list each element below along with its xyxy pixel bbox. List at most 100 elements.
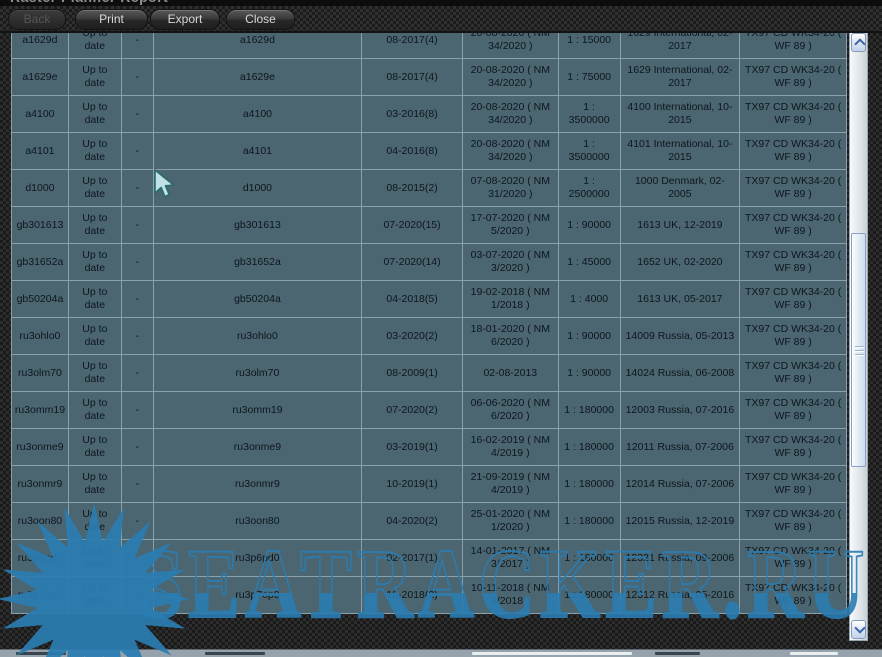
cell-edition-date: 04-2020(2) — [362, 503, 463, 539]
table-row[interactable]: ru3p6pd0 Up to date - ru3p6pd0 02-2017(1… — [12, 540, 846, 577]
table-row[interactable]: ru3ohlo0 Up to date - ru3ohlo0 03-2020(2… — [12, 318, 846, 355]
cell-auto-flag: - — [122, 133, 154, 169]
cell-scale: 1 : 3500000 — [559, 96, 621, 132]
cell-media: TX97 CD WK34-20 ( WF 89 ) — [740, 392, 846, 428]
cell-edition-date: 08-2009(1) — [362, 355, 463, 391]
cell-chart-name: ru3p7op0 — [154, 577, 362, 613]
cell-scale: 1 : 75000 — [559, 59, 621, 95]
cell-scale: 1 : 180000 — [559, 392, 621, 428]
cell-media: TX97 CD WK34-20 ( WF 89 ) — [740, 133, 846, 169]
scroll-down-button[interactable] — [851, 620, 866, 639]
cell-auto-flag: - — [122, 355, 154, 391]
toolbar: Back Print Export Close — [0, 6, 882, 33]
cell-correction-date: 25-01-2020 ( NM 1/2020 ) — [463, 503, 559, 539]
cell-scale: 1 : 3500000 — [559, 133, 621, 169]
cell-chart-name: a1629e — [154, 59, 362, 95]
cell-media: TX97 CD WK34-20 ( WF 89 ) — [740, 244, 846, 280]
cell-scale: 1 : 180000 — [559, 503, 621, 539]
status-text-fragment — [205, 652, 265, 655]
cell-edition-date: 04-2018(5) — [362, 281, 463, 317]
table-row[interactable]: gb31652a Up to date - gb31652a 07-2020(1… — [12, 244, 846, 281]
cell-edition-date: 03-2020(2) — [362, 318, 463, 354]
cell-chart-name: ru3onmr9 — [154, 466, 362, 502]
scrollbar-grip-icon — [855, 346, 864, 358]
cell-chart-name: a4100 — [154, 96, 362, 132]
cell-edition-date: 07-2020(15) — [362, 207, 463, 243]
cell-auto-flag: - — [122, 170, 154, 206]
status-text-fragment — [16, 652, 66, 655]
table-row[interactable]: ru3oon80 Up to date - ru3oon80 04-2020(2… — [12, 503, 846, 540]
cell-media: TX97 CD WK34-20 ( WF 89 ) — [740, 355, 846, 391]
cell-edition-date: 03-2016(8) — [362, 96, 463, 132]
table-row[interactable]: ru3p7op0 Up to date - ru3p7op0 12-2018(2… — [12, 577, 846, 614]
cell-source-chart: 12003 Russia, 07-2016 — [621, 392, 741, 428]
cell-correction-date: 14-01-2017 ( NM 3/2017 ) — [463, 540, 559, 576]
table-row[interactable]: gb301613 Up to date - gb301613 07-2020(1… — [12, 207, 846, 244]
scrollbar-thumb[interactable] — [851, 233, 866, 467]
cell-chart-name: gb31652a — [154, 244, 362, 280]
cell-auto-flag: - — [122, 466, 154, 502]
cell-auto-flag: - — [122, 577, 154, 613]
cell-media: TX97 CD WK34-20 ( WF 89 ) — [740, 466, 846, 502]
table-row[interactable]: d1000 Up to date - d1000 08-2015(2) 07-0… — [12, 170, 846, 207]
cell-correction-date: 21-09-2019 ( NM 4/2019 ) — [463, 466, 559, 502]
table-row[interactable]: a1629e Up to date - a1629e 08-2017(4) 20… — [12, 59, 846, 96]
cell-correction-date: 20-08-2020 ( NM 34/2020 ) — [463, 96, 559, 132]
table-row[interactable]: ru3omm19 Up to date - ru3omm19 07-2020(2… — [12, 392, 846, 429]
cell-scale: 1 : 4000 — [559, 281, 621, 317]
table-row[interactable]: a4100 Up to date - a4100 03-2016(8) 20-0… — [12, 96, 846, 133]
cell-correction-date: 10-11-2018 ( NM 3/2018 ) — [463, 577, 559, 613]
cell-edition-date: 10-2019(1) — [362, 466, 463, 502]
cell-media: TX97 CD WK34-20 ( WF 89 ) — [740, 540, 846, 576]
cell-source-chart: 1652 UK, 02-2020 — [621, 244, 741, 280]
cell-auto-flag: - — [122, 244, 154, 280]
cell-chart-name: ru3p6pd0 — [154, 540, 362, 576]
cell-correction-date: 07-08-2020 ( NM 31/2020 ) — [463, 170, 559, 206]
print-button[interactable]: Print — [75, 9, 148, 30]
cell-edition-date: 02-2017(1) — [362, 540, 463, 576]
cell-source-chart: 12312 Russia, 05-2016 — [621, 577, 741, 613]
cell-auto-flag: - — [122, 281, 154, 317]
status-text-fragment — [655, 652, 700, 655]
cell-chart-name: d1000 — [154, 170, 362, 206]
cell-chart-name: a4101 — [154, 133, 362, 169]
report-window: Raster Planner Report Back Print Export … — [0, 0, 882, 657]
cell-chart-name: ru3ohlo0 — [154, 318, 362, 354]
cell-status: Up to date — [69, 355, 122, 391]
table-row[interactable]: a4101 Up to date - a4101 04-2016(8) 20-0… — [12, 133, 846, 170]
cell-chart-id: a4101 — [12, 133, 69, 169]
cell-source-chart: 12011 Russia, 07-2006 — [621, 429, 741, 465]
cell-source-chart: 12015 Russia, 12-2019 — [621, 503, 741, 539]
table-row[interactable]: ru3onmr9 Up to date - ru3onmr9 10-2019(1… — [12, 466, 846, 503]
cell-media: TX97 CD WK34-20 ( WF 89 ) — [740, 429, 846, 465]
cell-auto-flag: - — [122, 318, 154, 354]
back-button[interactable]: Back — [8, 9, 66, 30]
cell-media: TX97 CD WK34-20 ( WF 89 ) — [740, 577, 846, 613]
cell-chart-name: ru3oon80 — [154, 503, 362, 539]
cell-correction-date: 19-02-2018 ( NM 1/2018 ) — [463, 281, 559, 317]
cell-status: Up to date — [69, 207, 122, 243]
cell-status: Up to date — [69, 392, 122, 428]
cell-scale: 1 : 180000 — [559, 429, 621, 465]
table-row[interactable]: gb50204a Up to date - gb50204a 04-2018(5… — [12, 281, 846, 318]
cell-auto-flag: - — [122, 207, 154, 243]
cell-source-chart: 1613 UK, 12-2019 — [621, 207, 741, 243]
cell-edition-date: 04-2016(8) — [362, 133, 463, 169]
cell-media: TX97 CD WK34-20 ( WF 89 ) — [740, 318, 846, 354]
cell-scale: 1 : 180000 — [559, 466, 621, 502]
close-button[interactable]: Close — [226, 9, 295, 30]
cell-chart-id: ru3olm70 — [12, 355, 69, 391]
cell-source-chart: 1613 UK, 05-2017 — [621, 281, 741, 317]
export-button[interactable]: Export — [150, 9, 220, 30]
vertical-scrollbar[interactable] — [849, 31, 868, 641]
status-text-fragment — [790, 652, 838, 655]
cell-chart-id: d1000 — [12, 170, 69, 206]
table-row[interactable]: ru3olm70 Up to date - ru3olm70 08-2009(1… — [12, 355, 846, 392]
cell-chart-id: ru3p7op0 — [12, 577, 69, 613]
cell-status: Up to date — [69, 577, 122, 613]
window-title-bar: Raster Planner Report — [0, 0, 882, 6]
cell-scale: 1 : 2500000 — [559, 170, 621, 206]
cell-correction-date: 20-08-2020 ( NM 34/2020 ) — [463, 133, 559, 169]
scroll-up-button[interactable] — [851, 33, 866, 52]
table-row[interactable]: ru3onme9 Up to date - ru3onme9 03-2019(1… — [12, 429, 846, 466]
